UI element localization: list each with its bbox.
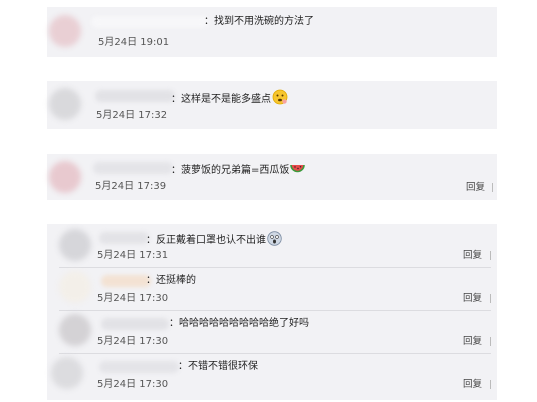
thread-divider <box>59 267 491 268</box>
comment-date: 5月24日 17:30 <box>97 336 169 347</box>
avatar[interactable] <box>59 229 91 261</box>
reply-button[interactable]: 回复 <box>463 379 482 391</box>
comment-text-content: ：这样是不是能多盛点 <box>171 94 271 105</box>
divider <box>490 380 491 389</box>
divider <box>490 294 491 303</box>
username[interactable] <box>91 16 209 28</box>
username[interactable] <box>95 90 175 102</box>
avatar[interactable] <box>59 314 91 346</box>
avatar[interactable] <box>49 161 81 193</box>
comment-text: ：还挺棒的 <box>146 275 196 286</box>
divider <box>492 183 493 192</box>
reply-thread: ：反正戴着口罩也认不出谁 5月24日 17:31 回复 ：还挺棒的 5月24日 … <box>47 224 497 400</box>
scared-face-icon <box>267 231 282 251</box>
username[interactable] <box>101 318 169 330</box>
username[interactable] <box>99 232 149 244</box>
avatar[interactable] <box>51 357 83 389</box>
comment-date: 5月24日 17:30 <box>97 379 169 390</box>
thread-divider <box>59 353 491 354</box>
thread-divider <box>59 310 491 311</box>
watermelon-icon <box>290 162 306 181</box>
avatar[interactable] <box>49 15 81 47</box>
comment-date: 5月24日 17:31 <box>97 250 169 261</box>
username[interactable] <box>99 361 179 373</box>
reply-button[interactable]: 回复 <box>466 182 485 194</box>
comment-date: 5月24日 17:39 <box>95 181 167 192</box>
comment-date: 5月24日 19:01 <box>98 37 170 48</box>
thinking-face-icon <box>272 89 288 110</box>
divider <box>490 251 491 260</box>
comment-card: ：找到不用洗碗的方法了 5月24日 19:01 <box>47 7 497 57</box>
avatar[interactable] <box>49 88 81 120</box>
comment-text-content: ：菠萝饭的兄弟篇=西瓜饭 <box>171 165 290 176</box>
divider <box>490 337 491 346</box>
username[interactable] <box>101 275 151 287</box>
comment-date: 5月24日 17:30 <box>97 293 169 304</box>
comment-text: ：找到不用洗碗的方法了 <box>204 16 314 27</box>
comment-text: ：菠萝饭的兄弟篇=西瓜饭 <box>171 162 306 181</box>
comment-text: ：反正戴着口罩也认不出谁 <box>146 231 282 251</box>
comment-date: 5月24日 17:32 <box>96 110 168 121</box>
reply-button[interactable]: 回复 <box>463 250 482 262</box>
reply-button[interactable]: 回复 <box>463 293 482 305</box>
comment-text: ：这样是不是能多盛点 <box>171 89 288 110</box>
avatar[interactable] <box>59 271 91 303</box>
username[interactable] <box>93 162 173 174</box>
comment-card: ：菠萝饭的兄弟篇=西瓜饭 5月24日 17:39 回复 <box>47 154 497 200</box>
comment-text-content: ：反正戴着口罩也认不出谁 <box>146 235 266 246</box>
comment-card: ：这样是不是能多盛点 5月24日 17:32 <box>47 81 497 129</box>
comment-text: ：不错不错很环保 <box>178 361 258 372</box>
reply-button[interactable]: 回复 <box>463 336 482 348</box>
comment-text: ：哈哈哈哈哈哈哈哈哈绝了好吗 <box>169 318 309 329</box>
